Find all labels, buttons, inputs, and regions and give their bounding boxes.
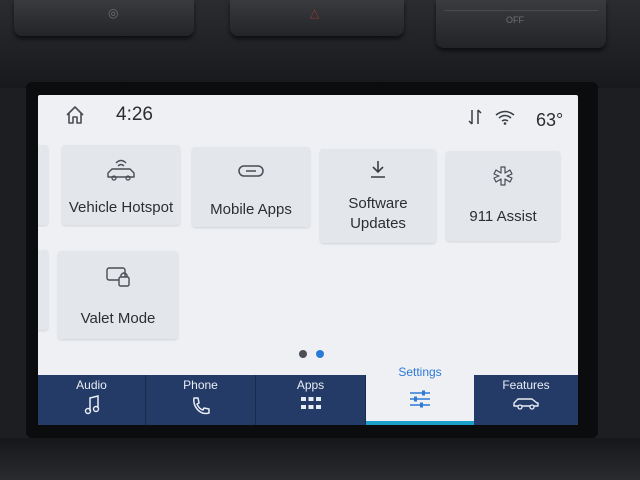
previous-page-tile-edge — [38, 250, 48, 330]
tile-label-line1: Software — [348, 195, 408, 212]
clock: 4:26 — [116, 104, 153, 125]
hazard-left-button[interactable]: ◎ — [14, 0, 194, 36]
wifi-icon — [495, 110, 515, 125]
hazard-button[interactable]: △ — [230, 0, 404, 36]
outside-temperature: 63° — [536, 110, 564, 130]
active-tab-indicator — [366, 421, 474, 425]
nav-phone[interactable]: Phone — [146, 375, 256, 425]
tile-label: Vehicle Hotspot — [68, 199, 174, 216]
nav-phone-label: Phone — [183, 378, 218, 392]
nav-audio[interactable]: Audio — [38, 375, 146, 425]
nav-settings[interactable]: Settings — [366, 365, 474, 425]
link-icon — [238, 165, 264, 177]
tile-label: 911 Assist — [469, 208, 537, 225]
infotainment-screen: 4:26 63° Vehicle Hotspot Mobile Apps Sof… — [38, 95, 578, 425]
sort-arrows-icon — [468, 109, 482, 125]
grid-icon — [300, 397, 321, 409]
dashboard-bottom — [0, 438, 640, 480]
bottom-nav-bar: Audio Phone Apps Settings Features — [38, 365, 578, 425]
nav-apps[interactable]: Apps — [256, 375, 366, 425]
nav-settings-label: Settings — [398, 365, 442, 379]
911-assist-tile[interactable]: 911 Assist — [446, 151, 560, 241]
hazard-triangle-icon: △ — [310, 6, 320, 20]
traction-icon: ◎ — [108, 6, 119, 20]
previous-page-tile-edge — [38, 145, 48, 225]
home-icon[interactable] — [64, 104, 86, 126]
page-indicator-dot-2-active[interactable] — [316, 350, 324, 358]
software-updates-tile[interactable]: Software Updates — [320, 149, 436, 243]
button-divider — [444, 10, 598, 11]
sliders-icon — [410, 390, 430, 408]
status-bar: 4:26 63° — [38, 95, 578, 135]
tile-label-line2: Updates — [350, 215, 406, 232]
vehicle-hotspot-tile[interactable]: Vehicle Hotspot — [62, 145, 180, 225]
valet-lock-icon — [106, 267, 130, 287]
page-indicator-dot-1[interactable] — [299, 350, 307, 358]
tile-label: Mobile Apps — [210, 201, 292, 218]
tile-label: Valet Mode — [80, 310, 156, 327]
dashboard-top: ◎ △ OFF — [0, 0, 640, 88]
phone-handset-icon — [192, 397, 210, 415]
nav-apps-label: Apps — [296, 378, 325, 392]
nav-audio-label: Audio — [76, 378, 107, 392]
nav-features-label: Features — [502, 378, 550, 392]
medical-star-icon — [493, 166, 513, 186]
valet-mode-tile[interactable]: Valet Mode — [58, 251, 178, 339]
download-icon — [371, 161, 385, 178]
traction-off-label: OFF — [506, 15, 524, 25]
mobile-apps-tile[interactable]: Mobile Apps — [192, 147, 310, 227]
car-icon — [513, 398, 539, 410]
car-wifi-icon — [107, 159, 135, 181]
music-note-icon — [84, 395, 99, 415]
nav-features[interactable]: Features — [474, 375, 578, 425]
traction-control-off-button[interactable]: OFF — [436, 0, 606, 48]
